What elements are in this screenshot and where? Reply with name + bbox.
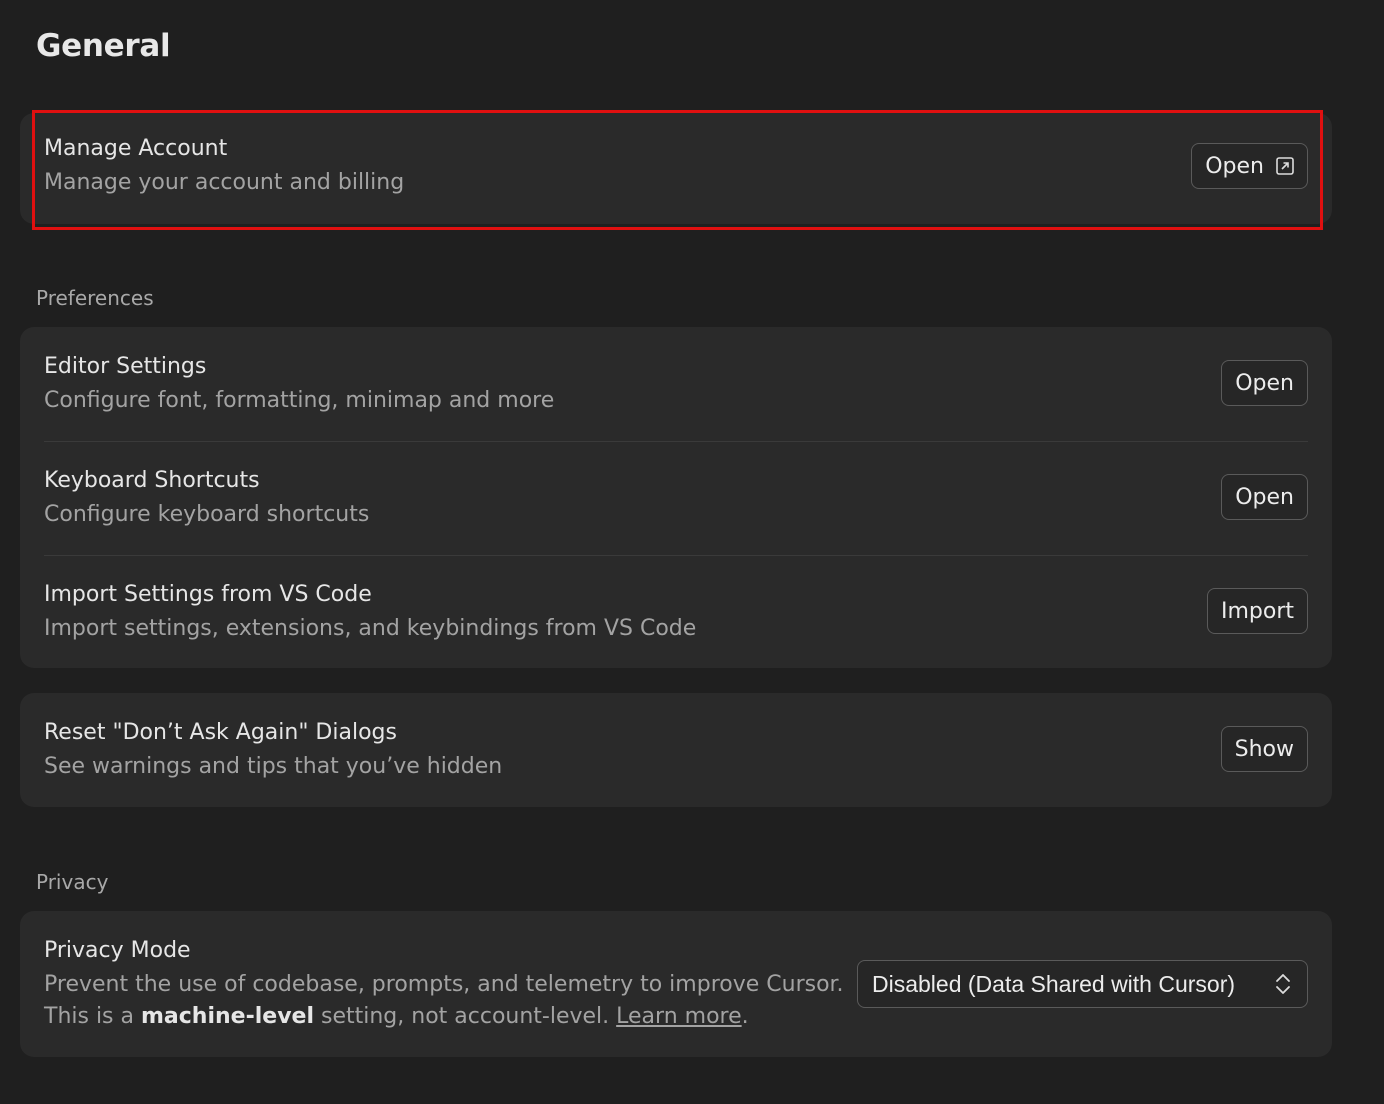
privacy-mode-title: Privacy Mode [44, 938, 191, 963]
import-vscode-title: Import Settings from VS Code [44, 582, 372, 607]
external-link-icon [1276, 157, 1294, 175]
import-vscode-description: Import settings, extensions, and keybind… [44, 616, 697, 641]
import-vscode-row: Import Settings from VS Code Import sett… [20, 555, 1332, 668]
preferences-section-label: Preferences [36, 286, 154, 310]
keyboard-shortcuts-row: Keyboard Shortcuts Configure keyboard sh… [20, 441, 1332, 555]
preferences-card: Editor Settings Configure font, formatti… [20, 327, 1332, 668]
reset-dialogs-row: Reset "Don’t Ask Again" Dialogs See warn… [20, 693, 1332, 807]
machine-level-text: machine-level [141, 1004, 314, 1029]
editor-settings-description: Configure font, formatting, minimap and … [44, 388, 555, 413]
privacy-card: Privacy Mode Prevent the use of codebase… [20, 911, 1332, 1057]
manage-account-description: Manage your account and billing [44, 170, 405, 195]
reset-dialogs-title: Reset "Don’t Ask Again" Dialogs [44, 720, 397, 745]
editor-settings-open-button[interactable]: Open [1221, 360, 1308, 406]
privacy-mode-description-line1: Prevent the use of codebase, prompts, an… [44, 972, 844, 997]
keyboard-shortcuts-open-button[interactable]: Open [1221, 474, 1308, 520]
manage-account-open-button[interactable]: Open [1191, 143, 1308, 189]
reset-dialogs-card: Reset "Don’t Ask Again" Dialogs See warn… [20, 693, 1332, 807]
privacy-line2-suffix: . [741, 1004, 749, 1029]
learn-more-link[interactable]: Learn more [616, 1004, 741, 1029]
settings-page: General Manage Account Manage your accou… [0, 0, 1384, 1104]
page-title: General [36, 28, 171, 64]
privacy-mode-row: Privacy Mode Prevent the use of codebase… [20, 911, 1332, 1057]
editor-settings-row: Editor Settings Configure font, formatti… [20, 327, 1332, 441]
keyboard-shortcuts-description: Configure keyboard shortcuts [44, 502, 370, 527]
privacy-mode-description-line2: This is a machine-level setting, not acc… [44, 1004, 749, 1029]
privacy-line2-middle: setting, not account-level. [314, 1004, 617, 1029]
import-vscode-button[interactable]: Import [1206, 588, 1308, 634]
editor-settings-title: Editor Settings [44, 354, 207, 379]
keyboard-shortcuts-title: Keyboard Shortcuts [44, 468, 260, 493]
privacy-line2-prefix: This is a [44, 1004, 141, 1029]
privacy-section-label: Privacy [36, 870, 109, 894]
account-card: Manage Account Manage your account and b… [20, 113, 1332, 224]
chevron-up-down-icon [1276, 974, 1290, 994]
privacy-mode-select-value: Disabled (Data Shared with Cursor) [872, 970, 1236, 997]
reset-dialogs-show-button[interactable]: Show [1220, 726, 1308, 772]
reset-dialogs-description: See warnings and tips that you’ve hidden [44, 754, 503, 779]
manage-account-open-label: Open [1205, 153, 1264, 179]
manage-account-row: Manage Account Manage your account and b… [20, 113, 1332, 224]
manage-account-title: Manage Account [44, 136, 228, 161]
privacy-mode-select[interactable]: Disabled (Data Shared with Cursor) [857, 960, 1308, 1008]
